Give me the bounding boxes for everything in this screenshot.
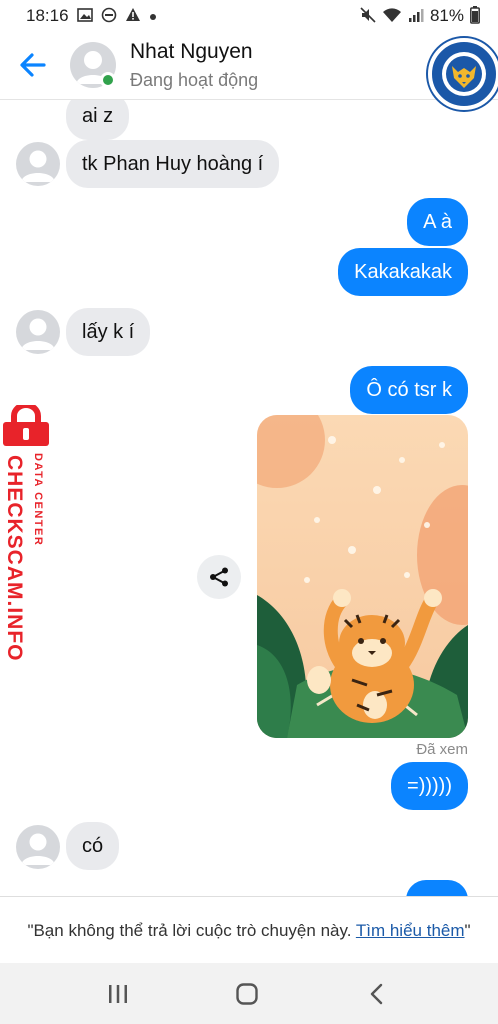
warning-icon (125, 7, 141, 25)
seen-receipt: Đã xem (416, 741, 468, 758)
watermark-subtext: DATA CENTER (32, 453, 44, 547)
conversation-header: Nhat Nguyen Đang hoạt động (0, 32, 498, 110)
status-bar: 18:16 81% (0, 0, 498, 32)
default-avatar-icon (21, 150, 55, 182)
back-arrow-icon (20, 53, 46, 77)
battery-level: 81% (429, 6, 464, 25)
notice-text: "Bạn không thể trả lời cuộc trò chuyện n… (27, 921, 356, 940)
learn-more-link[interactable]: Tìm hiểu thêm (356, 921, 465, 940)
notice-closing: " (464, 921, 471, 940)
home-button[interactable] (230, 977, 264, 1011)
back-nav-button[interactable] (360, 977, 394, 1011)
mute-icon (360, 6, 376, 26)
image-icon (76, 7, 93, 25)
image-message[interactable] (257, 415, 468, 738)
recent-apps-icon (109, 985, 127, 1003)
back-nav-icon (370, 983, 383, 1005)
recent-apps-button[interactable] (101, 977, 135, 1011)
lock-icon (3, 405, 49, 446)
incoming-message[interactable]: lấy k í (66, 308, 151, 356)
battery-icon (470, 5, 480, 27)
do-not-disturb-icon (101, 7, 117, 26)
wifi-icon (382, 7, 402, 26)
contact-name[interactable]: Nhat Nguyen (130, 40, 253, 64)
system-navigation-bar (0, 963, 498, 1024)
dot-icon (149, 9, 157, 24)
outgoing-message[interactable]: Ô có tsr k (350, 366, 468, 414)
sender-avatar[interactable] (16, 310, 60, 354)
default-avatar-icon (21, 318, 55, 350)
outgoing-message[interactable]: =))))) (391, 762, 468, 810)
share-button[interactable] (197, 555, 241, 599)
back-button[interactable] (18, 50, 52, 80)
incoming-message[interactable]: có (66, 822, 120, 870)
watermark-text: CHECKSCAM.INFO (3, 455, 26, 662)
incoming-message[interactable]: ai z (66, 100, 130, 140)
home-icon (236, 983, 258, 1005)
online-indicator (100, 72, 116, 88)
default-avatar-icon (21, 833, 55, 865)
status-time: 18:16 (26, 6, 69, 25)
share-icon (210, 567, 228, 587)
incoming-message[interactable]: tk Phan Huy hoàng í (66, 140, 280, 188)
outgoing-message-partial[interactable] (406, 880, 468, 896)
presence-status: Đang hoạt động (130, 70, 259, 90)
watermark: CHECKSCAM.INFO DATA CENTER (0, 405, 56, 662)
message-list[interactable]: ai z tk Phan Huy hoàng í A à Kakakakak l… (0, 100, 498, 896)
fox-crest-icon (442, 52, 486, 96)
signal-icon (408, 7, 424, 26)
sender-avatar[interactable] (16, 142, 60, 186)
reply-disabled-notice: "Bạn không thể trả lời cuộc trò chuyện n… (0, 896, 498, 963)
outgoing-message[interactable]: A à (407, 198, 468, 246)
outgoing-message[interactable]: Kakakakak (338, 248, 468, 296)
sender-avatar[interactable] (16, 825, 60, 869)
tiger-illustration (257, 415, 468, 738)
